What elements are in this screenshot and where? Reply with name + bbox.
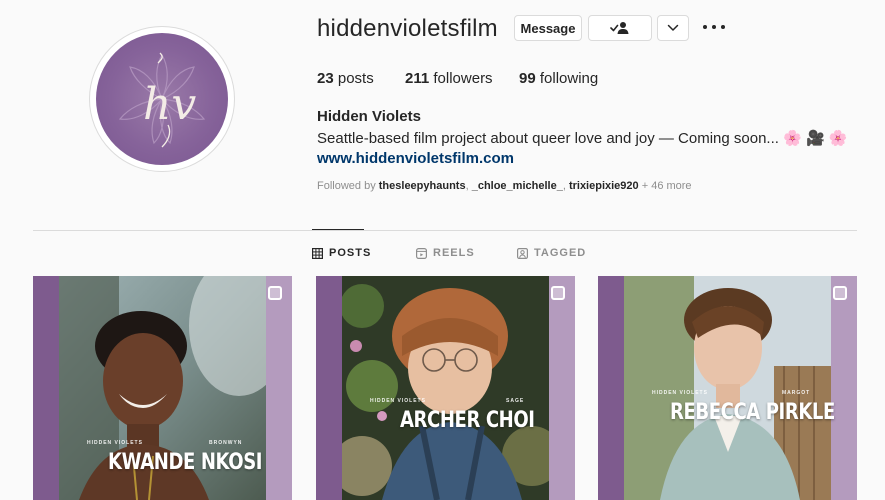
post-role: MARGOT: [782, 390, 811, 396]
message-button[interactable]: Message: [514, 15, 582, 41]
person-check-icon: [610, 22, 629, 34]
avatar-flower-logo: hv: [118, 52, 206, 148]
post-cast-name: ARCHER CHOI: [400, 408, 535, 433]
followed-by-user: trixiepixie920: [568, 180, 639, 192]
carousel-icon: [268, 286, 282, 300]
following-label: following: [539, 70, 599, 87]
post-tile[interactable]: HIDDEN VIOLETS BRONWYN KWANDE NKOSI: [33, 276, 292, 500]
portrait-image: [624, 276, 831, 500]
dot: [712, 25, 716, 29]
tabs-divider: [33, 230, 857, 231]
carousel-icon: [551, 286, 565, 300]
following-stat[interactable]: 99 following: [519, 70, 598, 87]
post-tile[interactable]: HIDDEN VIOLETS MARGOT REBECCA PIRKLE: [598, 276, 857, 500]
dot: [721, 25, 725, 29]
grid-icon: [312, 247, 323, 259]
options-button[interactable]: [703, 18, 725, 36]
tab-reels[interactable]: REELS: [416, 247, 475, 259]
post-border: [33, 276, 59, 500]
followed-by-user: _chloe_michelle_: [471, 180, 563, 192]
followers-label: followers: [433, 70, 493, 87]
tab-reels-label: REELS: [433, 247, 475, 259]
posts-label: posts: [337, 70, 374, 87]
tab-posts-label: POSTS: [329, 247, 372, 259]
followers-count: 211: [405, 70, 430, 87]
post-photo: [342, 276, 549, 500]
profile-full-name: Hidden Violets: [317, 108, 421, 125]
post-border: [831, 276, 857, 500]
active-tab-indicator: [312, 229, 364, 230]
posts-count: 23: [317, 70, 334, 87]
tab-tagged[interactable]: TAGGED: [517, 247, 586, 259]
reels-icon: [416, 247, 427, 259]
posts-stat: 23 posts: [317, 70, 374, 87]
post-cast-name: REBECCA PIRKLE: [670, 400, 835, 425]
post-tile[interactable]: HIDDEN VIOLETS SAGE ARCHER CHOI: [316, 276, 575, 500]
post-brand: HIDDEN VIOLETS: [652, 390, 708, 396]
post-role: BRONWYN: [209, 440, 243, 446]
bio-emoji: 🌸 🎥 🌸: [783, 130, 848, 147]
post-border: [549, 276, 575, 500]
post-border: [316, 276, 342, 500]
tab-posts[interactable]: POSTS: [312, 247, 371, 259]
suggested-accounts-button[interactable]: [657, 15, 689, 41]
tab-tagged-label: TAGGED: [534, 247, 587, 259]
post-brand: HIDDEN VIOLETS: [370, 398, 426, 404]
avatar-monogram: hv: [143, 79, 196, 130]
followers-stat[interactable]: 211 followers: [405, 70, 493, 87]
post-border: [266, 276, 292, 500]
portrait-image: [342, 276, 549, 500]
followed-by-prefix: Followed by: [317, 180, 376, 192]
post-border: [598, 276, 624, 500]
carousel-icon: [833, 286, 847, 300]
followed-by[interactable]: Followed by thesleepyhaunts, _chloe_mich…: [317, 180, 692, 192]
profile-avatar-ring[interactable]: hv: [89, 26, 235, 172]
tagged-icon: [517, 247, 528, 259]
following-count: 99: [519, 70, 536, 87]
post-photo: [624, 276, 831, 500]
chevron-down-icon: [667, 24, 679, 31]
profile-username: hiddenvioletsfilm: [317, 15, 498, 42]
profile-website-link[interactable]: www.hiddenvioletsfilm.com: [317, 150, 514, 167]
post-cast-name: KWANDE NKOSI: [108, 450, 263, 475]
post-role: SAGE: [506, 398, 525, 404]
avatar[interactable]: hv: [96, 33, 228, 165]
post-brand: HIDDEN VIOLETS: [87, 440, 143, 446]
bio-text: Seattle-based film project about queer l…: [317, 130, 779, 147]
followed-by-user: thesleepyhaunts: [378, 180, 466, 192]
followed-by-more: + 46 more: [641, 180, 692, 192]
three-dots-icon: [703, 25, 707, 29]
profile-bio: Seattle-based film project about queer l…: [317, 129, 847, 147]
following-button[interactable]: [588, 15, 652, 41]
